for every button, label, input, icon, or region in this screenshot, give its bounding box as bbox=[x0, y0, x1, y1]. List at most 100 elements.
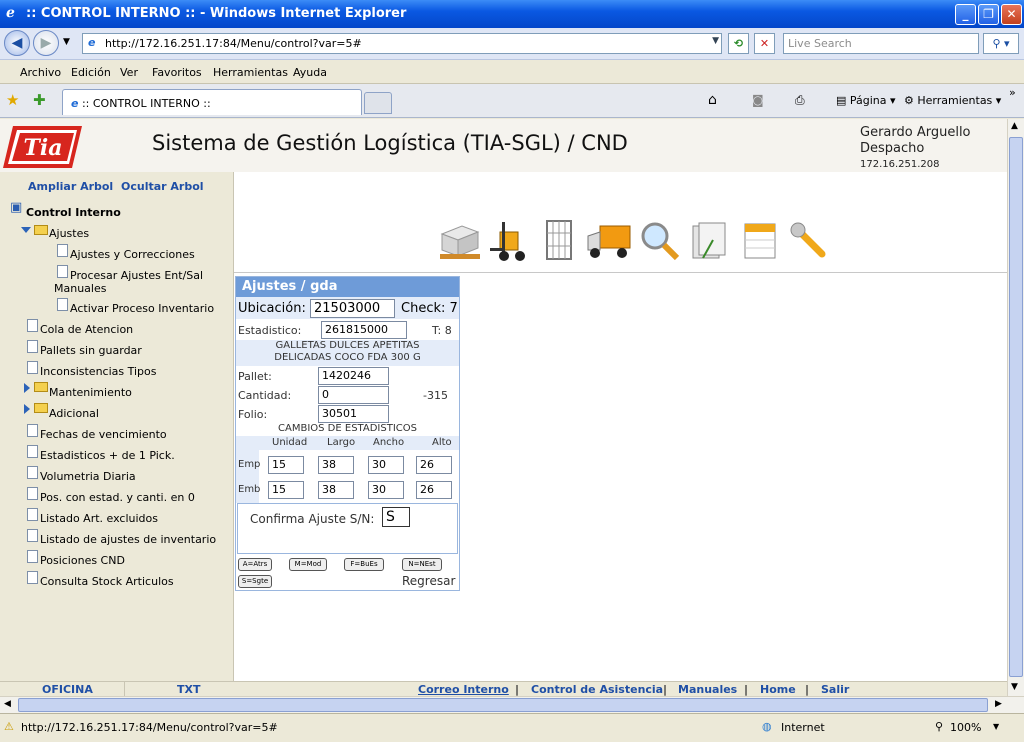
confirm-input[interactable]: S bbox=[382, 507, 410, 527]
key-nuevo-estad-button[interactable]: N=NEst bbox=[402, 558, 442, 571]
cage-cart-icon[interactable] bbox=[537, 218, 583, 264]
emb-alto-input[interactable]: 26 bbox=[416, 481, 452, 499]
tab-control-interno[interactable]: e :: CONTROL INTERNO :: bbox=[62, 89, 362, 115]
maximize-button[interactable]: ❐ bbox=[978, 4, 999, 25]
tree-item-fechas-vencimiento[interactable]: Fechas de vencimiento bbox=[40, 428, 167, 441]
menu-ayuda[interactable]: Ayuda bbox=[293, 66, 327, 79]
expand-arrow-icon[interactable] bbox=[24, 383, 30, 393]
calendar-icon[interactable] bbox=[737, 218, 783, 264]
magnifier-icon[interactable] bbox=[637, 218, 683, 264]
hide-tree-link[interactable]: Ocultar Arbol bbox=[121, 180, 204, 193]
tree-item-procesar-ajustes[interactable]: Procesar Ajustes Ent/Sal bbox=[70, 269, 203, 282]
emp-alto-input[interactable]: 26 bbox=[416, 456, 452, 474]
home-icon[interactable]: ⌂ bbox=[708, 92, 717, 108]
check-label: Check: 7 bbox=[401, 301, 458, 316]
back-link[interactable]: Regresar bbox=[402, 574, 455, 588]
wrench-icon[interactable] bbox=[786, 218, 832, 264]
tree-item-estadisticos-pick[interactable]: Estadisticos + de 1 Pick. bbox=[40, 449, 175, 462]
favorites-star-icon[interactable]: ★ bbox=[6, 91, 19, 109]
add-favorites-icon[interactable]: ✚ bbox=[33, 91, 46, 109]
folio-input[interactable]: 30501 bbox=[318, 405, 389, 423]
more-chevron-icon[interactable]: » bbox=[1009, 86, 1016, 99]
horizontal-scroll-thumb[interactable] bbox=[18, 698, 988, 712]
ubicacion-input[interactable]: 21503000 bbox=[310, 299, 395, 318]
tree-root[interactable]: Control Interno bbox=[26, 206, 121, 219]
forward-button[interactable]: ▶ bbox=[33, 30, 59, 56]
tree-folder-mantenimiento[interactable]: Mantenimiento bbox=[49, 386, 132, 399]
url-dropdown-icon[interactable]: ▼ bbox=[712, 36, 719, 46]
footer-home-link[interactable]: Home bbox=[760, 683, 796, 696]
vertical-scrollbar[interactable]: ▲ ▼ bbox=[1007, 119, 1024, 696]
key-modificar-button[interactable]: M=Mod bbox=[289, 558, 327, 571]
tree-item-pallets-sin-guardar[interactable]: Pallets sin guardar bbox=[40, 344, 142, 357]
menu-herramientas[interactable]: Herramientas bbox=[213, 66, 288, 79]
stop-icon[interactable]: ✕ bbox=[754, 33, 775, 54]
tree-item-activar-inventario[interactable]: Activar Proceso Inventario bbox=[70, 302, 214, 315]
tree-folder-adicional[interactable]: Adicional bbox=[49, 407, 99, 420]
pallet-label: Pallet: bbox=[238, 370, 272, 383]
key-buscar-estad-button[interactable]: F=BuEs bbox=[344, 558, 384, 571]
tree-item-posiciones-cnd[interactable]: Posiciones CND bbox=[40, 554, 125, 567]
tools-menu[interactable]: ⚙ Herramientas ▾ bbox=[904, 94, 1001, 107]
folders-icon[interactable] bbox=[687, 218, 733, 264]
live-search-input[interactable]: Live Search bbox=[783, 33, 979, 54]
footer-correo-link[interactable]: Correo Interno bbox=[418, 683, 509, 696]
forklift-icon[interactable] bbox=[486, 218, 532, 264]
tree-item-cola-atencion[interactable]: Cola de Atencion bbox=[40, 323, 133, 336]
expand-arrow-icon[interactable] bbox=[24, 404, 30, 414]
cantidad-input[interactable]: 0 bbox=[318, 386, 389, 404]
footer-txt-link[interactable]: TXT bbox=[177, 683, 201, 696]
key-siguiente-button[interactable]: S=Sgte bbox=[238, 575, 272, 588]
pallet-input[interactable]: 1420246 bbox=[318, 367, 389, 385]
footer-manuales-link[interactable]: Manuales bbox=[678, 683, 737, 696]
footer-oficina-link[interactable]: OFICINA bbox=[42, 683, 93, 696]
tree-item-ajustes-correcciones[interactable]: Ajustes y Correcciones bbox=[70, 248, 195, 261]
emp-unidad-input[interactable]: 15 bbox=[268, 456, 304, 474]
tree-item-volumetria[interactable]: Volumetria Diaria bbox=[40, 470, 136, 483]
url-input[interactable]: e http://172.16.251.17:84/Menu/control?v… bbox=[82, 33, 722, 54]
page-menu[interactable]: ▤ Página ▾ bbox=[836, 94, 896, 107]
zoom-dropdown-icon[interactable]: ▼ bbox=[993, 722, 999, 731]
footer-salir-link[interactable]: Salir bbox=[821, 683, 849, 696]
tree-item-listado-ajustes[interactable]: Listado de ajustes de inventario bbox=[40, 533, 216, 546]
back-button[interactable]: ◀ bbox=[4, 30, 30, 56]
menu-ver[interactable]: Ver bbox=[120, 66, 138, 79]
scroll-right-icon[interactable]: ▶ bbox=[995, 699, 1002, 709]
tree-item-procesar-ajustes-line2[interactable]: Manuales bbox=[54, 282, 106, 295]
emb-label: Emb bbox=[238, 484, 261, 495]
horizontal-scrollbar[interactable]: ◀ ▶ bbox=[0, 696, 1024, 713]
tree-item-art-excluidos[interactable]: Listado Art. excluidos bbox=[40, 512, 158, 525]
print-icon[interactable]: ⎙ bbox=[795, 93, 805, 108]
scroll-down-icon[interactable]: ▼ bbox=[1011, 682, 1018, 692]
tree-item-consulta-stock[interactable]: Consulta Stock Articulos bbox=[40, 575, 174, 588]
emp-ancho-input[interactable]: 30 bbox=[368, 456, 404, 474]
emb-ancho-input[interactable]: 30 bbox=[368, 481, 404, 499]
refresh-icon[interactable]: ⟲ bbox=[728, 33, 749, 54]
minimize-button[interactable]: _ bbox=[955, 4, 976, 25]
emb-largo-input[interactable]: 38 bbox=[318, 481, 354, 499]
emp-largo-input[interactable]: 38 bbox=[318, 456, 354, 474]
search-icon[interactable]: ⚲ ▾ bbox=[983, 33, 1019, 54]
key-atras-button[interactable]: A=Atrs bbox=[238, 558, 272, 571]
emb-unidad-input[interactable]: 15 bbox=[268, 481, 304, 499]
feeds-icon[interactable]: ◙ bbox=[752, 93, 764, 107]
menu-edicion[interactable]: Edición bbox=[71, 66, 111, 79]
expand-tree-link[interactable]: Ampliar Arbol bbox=[28, 180, 113, 193]
vertical-scroll-thumb[interactable] bbox=[1009, 137, 1023, 677]
truck-icon[interactable] bbox=[586, 218, 632, 264]
scroll-up-icon[interactable]: ▲ bbox=[1011, 121, 1018, 131]
tree-item-pos-estad[interactable]: Pos. con estad. y canti. en 0 bbox=[40, 491, 195, 504]
new-tab-button[interactable] bbox=[364, 92, 392, 114]
tree-folder-ajustes[interactable]: Ajustes bbox=[49, 227, 89, 240]
collapse-arrow-icon[interactable] bbox=[21, 227, 31, 233]
menu-favoritos[interactable]: Favoritos bbox=[152, 66, 202, 79]
scroll-left-icon[interactable]: ◀ bbox=[4, 699, 11, 709]
status-zoom[interactable]: 100% bbox=[950, 721, 981, 734]
menu-archivo[interactable]: Archivo bbox=[20, 66, 61, 79]
pallet-box-icon[interactable] bbox=[436, 218, 482, 264]
footer-asistencia-link[interactable]: Control de Asistencia bbox=[531, 683, 663, 696]
tree-item-inconsistencias[interactable]: Inconsistencias Tipos bbox=[40, 365, 157, 378]
history-dropdown-icon[interactable]: ▼ bbox=[63, 37, 70, 47]
close-button[interactable]: ✕ bbox=[1001, 4, 1022, 25]
estadistico-input[interactable]: 261815000 bbox=[321, 321, 407, 339]
